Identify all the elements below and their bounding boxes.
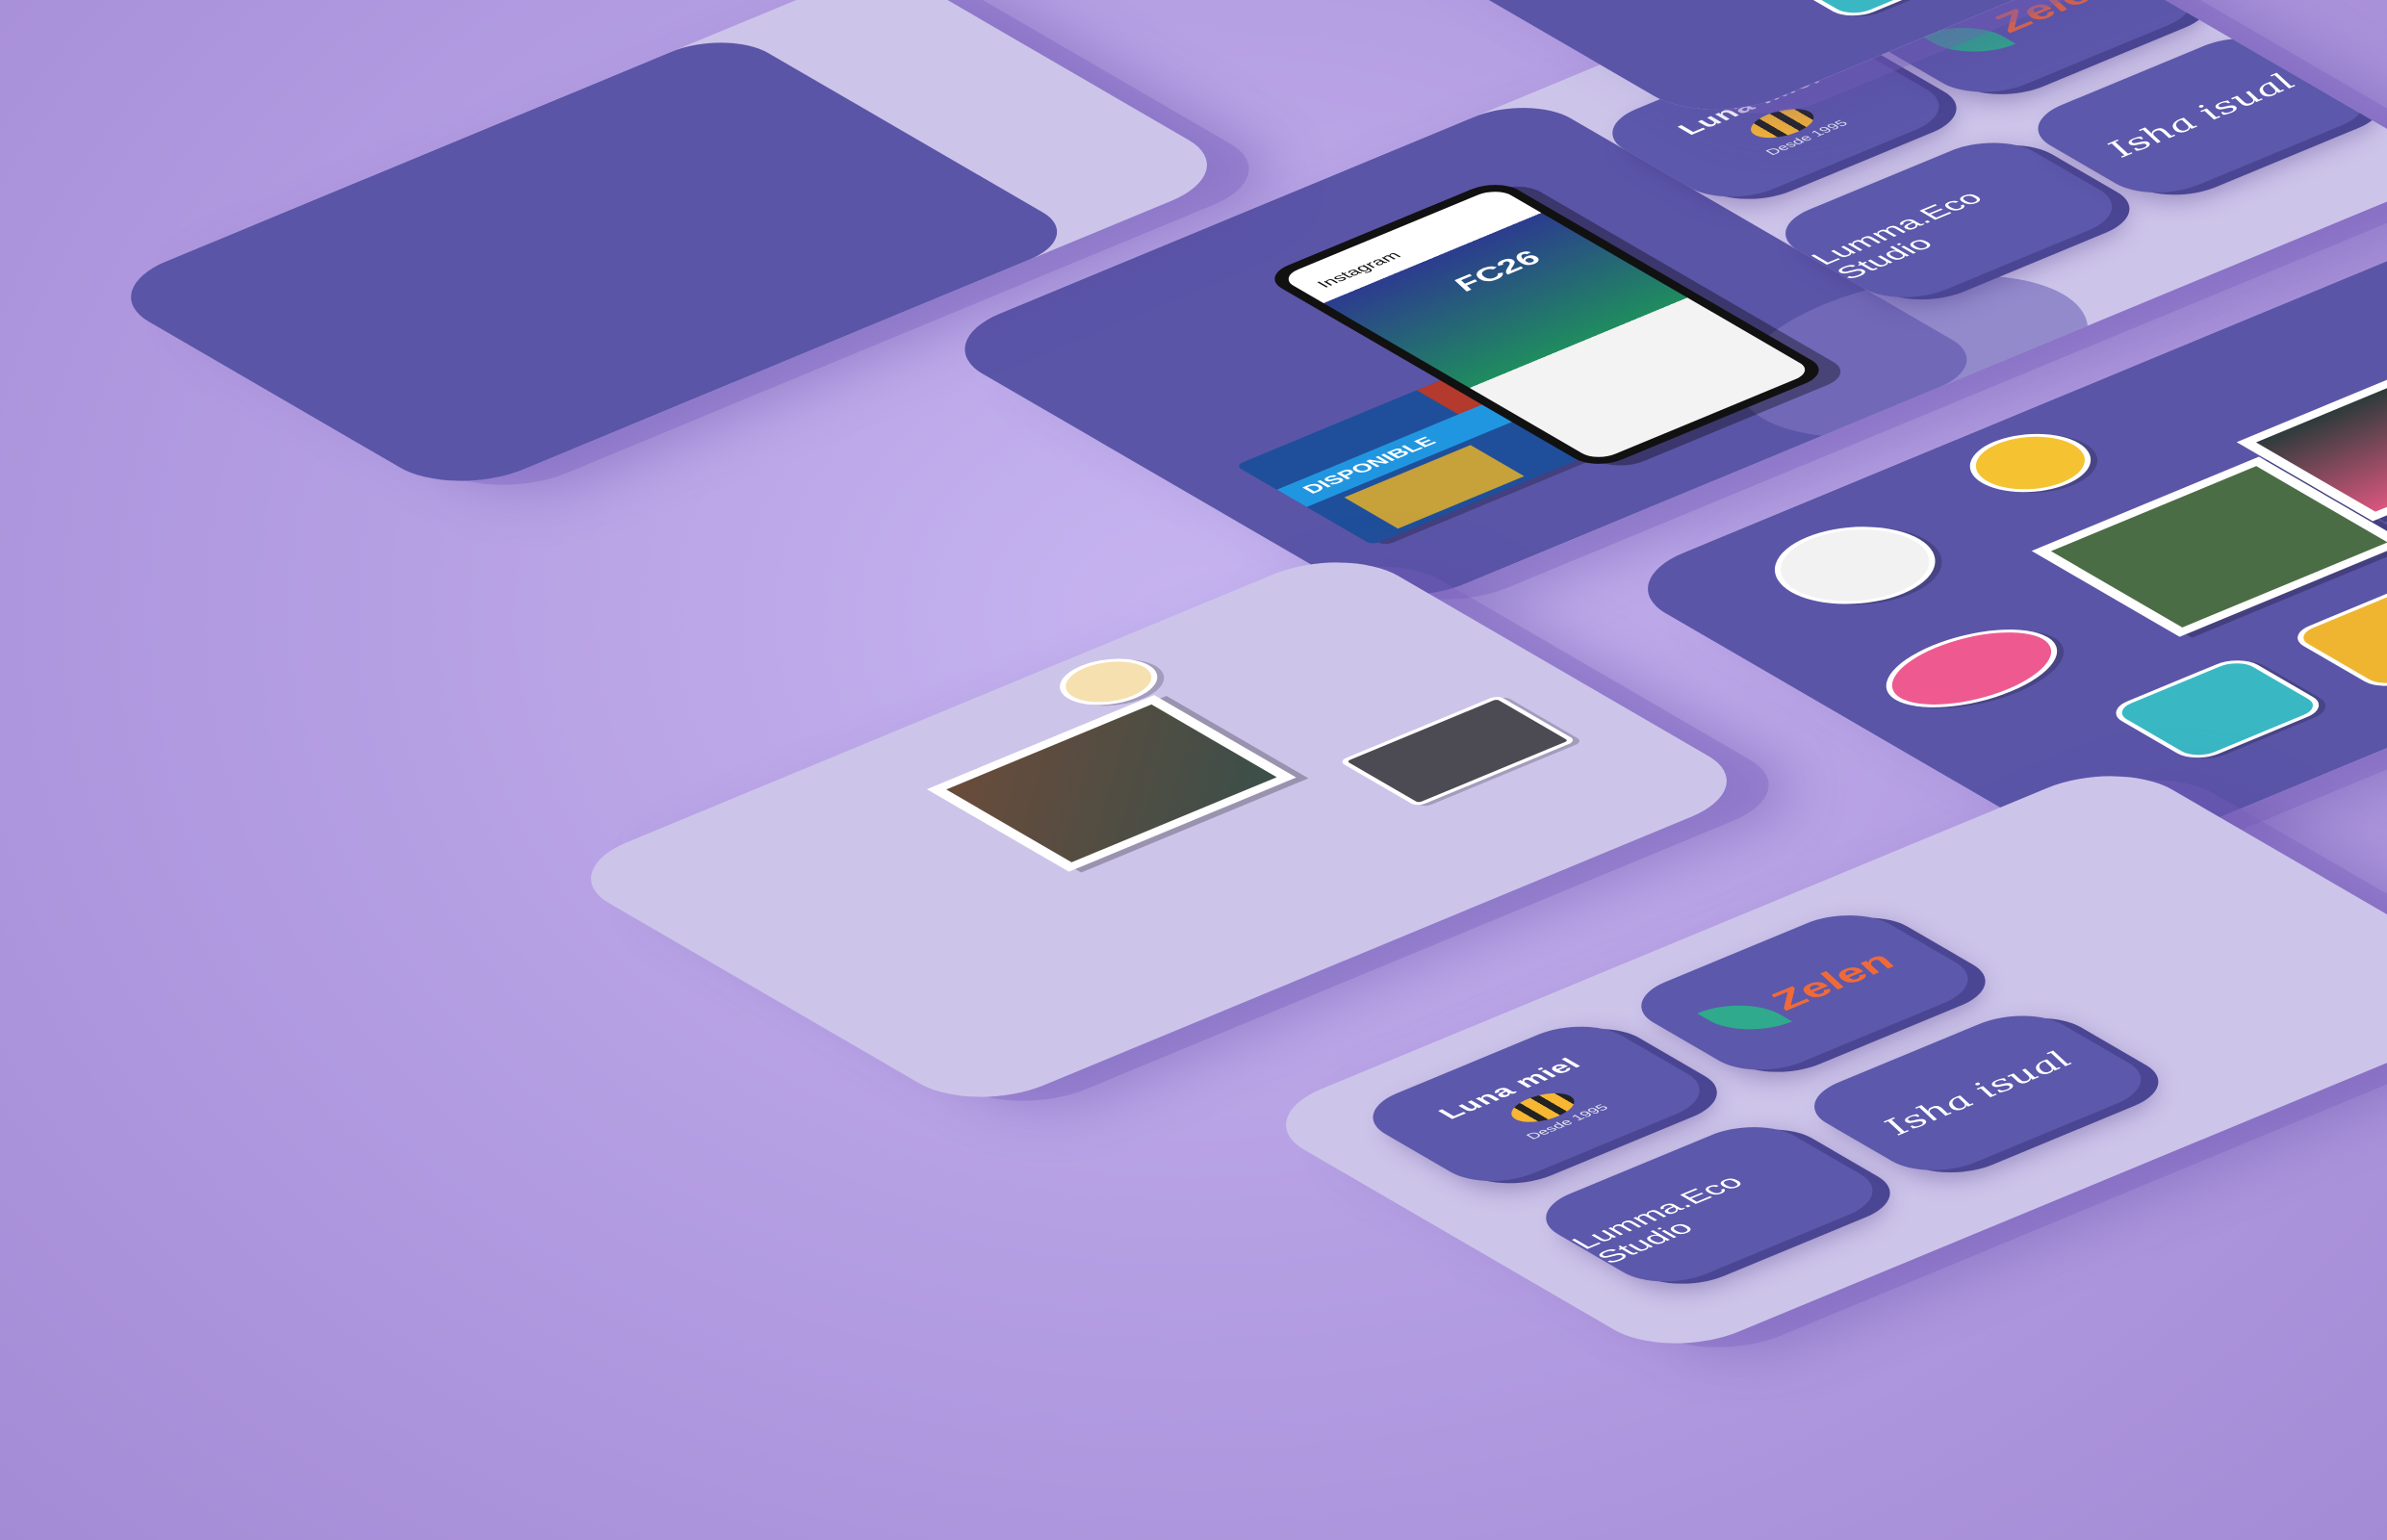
photo-card bbox=[927, 695, 1296, 872]
mockup-stage: DISPONIBLE Instagram FC26 Luna miel Desd… bbox=[0, 0, 2387, 1540]
app-title: Instagram bbox=[1312, 248, 1405, 291]
lumma-label: Lumma.Eco Studio bbox=[1565, 1171, 1751, 1268]
game-title: FC26 bbox=[1445, 247, 1550, 295]
box-sticker bbox=[1338, 695, 1578, 808]
photo-image bbox=[946, 704, 1277, 862]
isha-label: Isha isual bbox=[2096, 69, 2306, 162]
board-shape bbox=[95, 29, 1085, 499]
zelen-label: Zelen bbox=[1982, 0, 2130, 38]
isha-label: Isha isual bbox=[1873, 1046, 2083, 1140]
zelen-label: Zelen bbox=[1758, 947, 1907, 1015]
isometric-plane: DISPONIBLE Instagram FC26 Luna miel Desd… bbox=[0, 0, 2387, 1371]
lumma-label: Lumma.Eco Studio bbox=[1805, 188, 1990, 284]
